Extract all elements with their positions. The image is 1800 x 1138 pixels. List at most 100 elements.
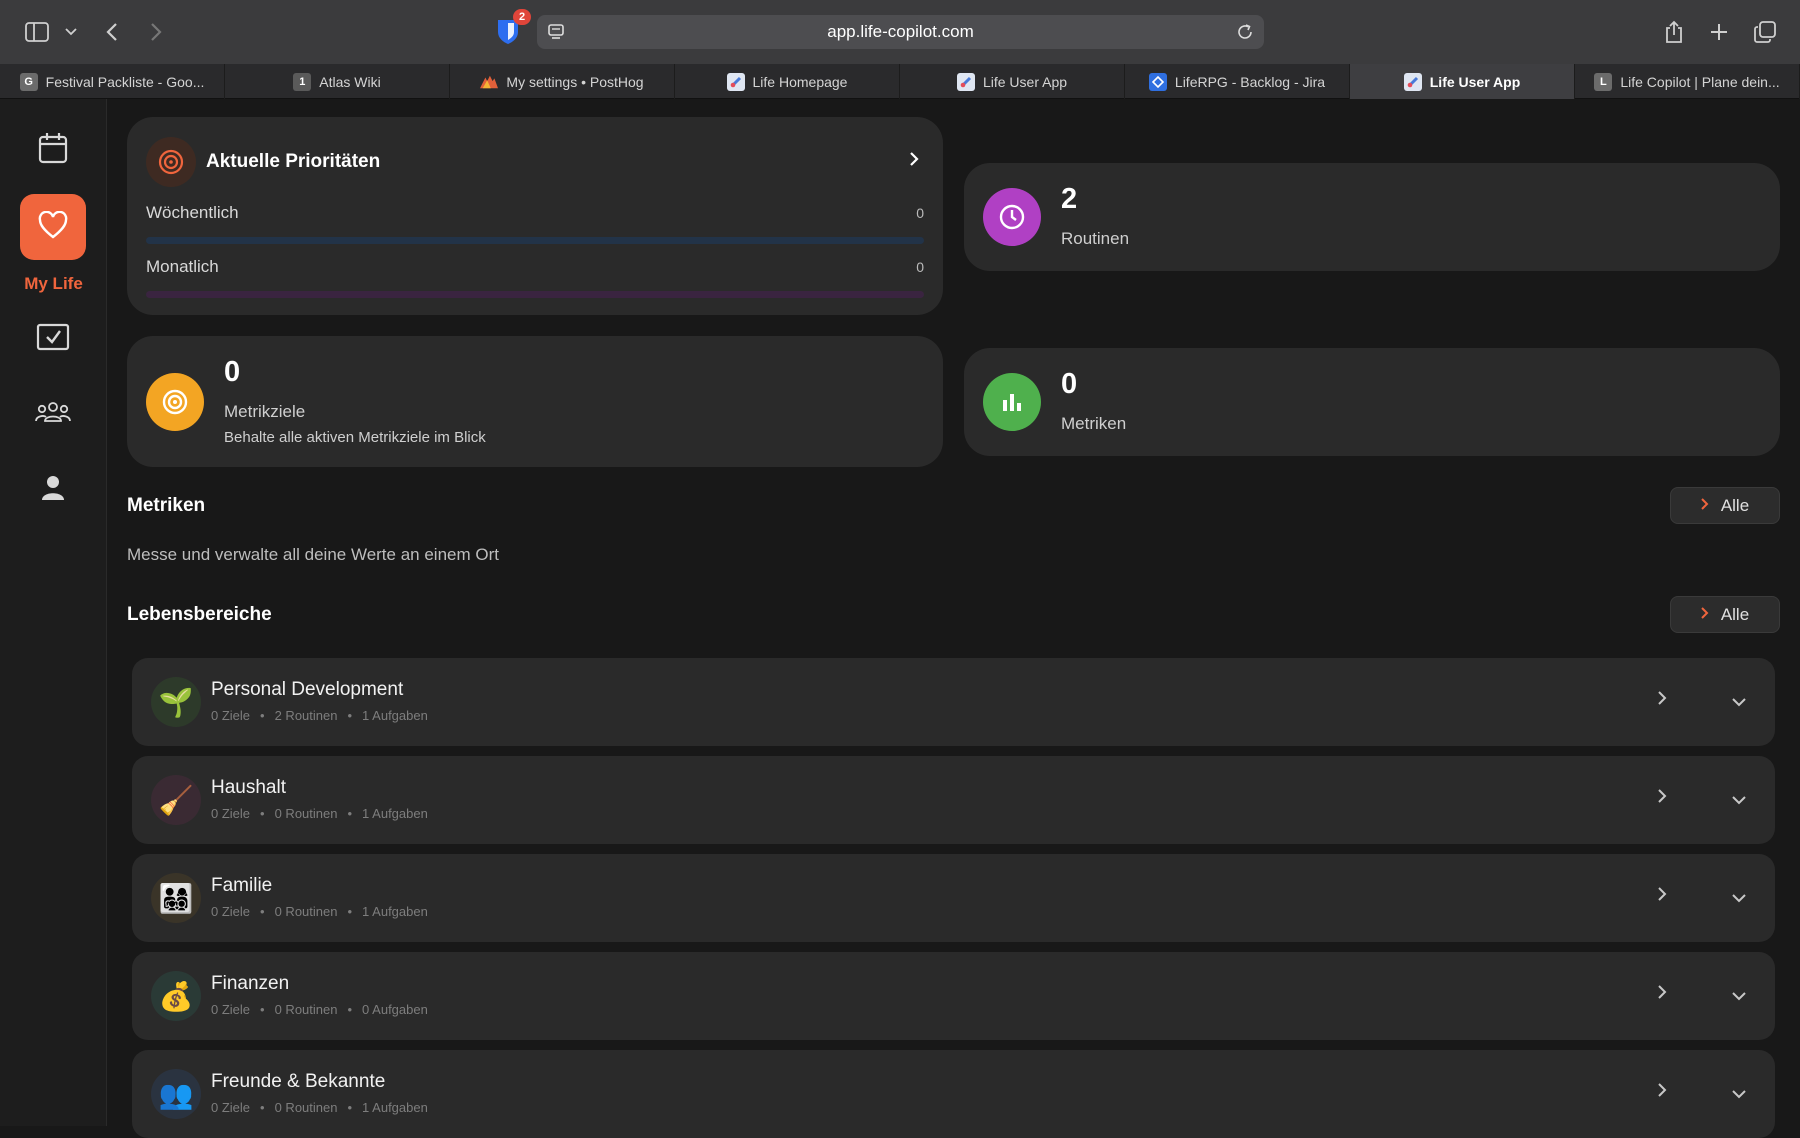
life-area-row[interactable]: 🌱 Personal Development 0 Ziele • 2 Routinen •… [132, 658, 1775, 746]
new-tab-icon[interactable] [1704, 17, 1734, 47]
priority-label: Wöchentlich [146, 203, 239, 222]
calendar-icon [38, 132, 68, 169]
lebensbereiche-all-button[interactable]: Alle [1670, 596, 1780, 633]
group-icon [35, 401, 71, 428]
priorities-title: Aktuelle Prioritäten [206, 151, 381, 172]
life-area-routinen: 0 Routinen [274, 806, 338, 821]
life-favicon-icon [1403, 72, 1422, 91]
sidebar-active-label: My Life [24, 274, 83, 293]
life-area-meta: 0 Ziele • 0 Routinen • 1 Aufgaben [211, 1100, 428, 1115]
metrikziele-card[interactable]: 0 Metrikziele Behalte alle aktiven Metri… [127, 336, 943, 467]
main-content: Aktuelle Prioritäten Wöchentlich 0 Monat… [107, 99, 1800, 1138]
chevron-down-icon[interactable] [1731, 988, 1747, 1006]
bar-chart-icon [983, 373, 1041, 431]
separator-dot: • [347, 806, 353, 821]
metriken-label: Metriken [1061, 414, 1127, 433]
tab-favicon-icon: 1 [293, 72, 312, 91]
tab-label: Life Homepage [752, 73, 848, 90]
forward-icon[interactable] [141, 17, 171, 47]
separator-dot: • [260, 1002, 265, 1017]
life-area-row[interactable]: 👨‍👩‍👧‍👦 Familie 0 Ziele • 0 Routinen • 1 Aufga… [132, 854, 1775, 942]
tab[interactable]: Life User App [900, 64, 1125, 99]
sidebar-item-profile[interactable] [20, 457, 86, 523]
tab-label: Life User App [982, 73, 1068, 90]
tab-label: My settings • PostHog [506, 73, 644, 90]
life-area-meta: 0 Ziele • 0 Routinen • 0 Aufgaben [211, 1002, 428, 1017]
tab[interactable]: My settings • PostHog [450, 64, 675, 99]
tab[interactable]: Life Homepage [675, 64, 900, 99]
life-area-meta: 0 Ziele • 0 Routinen • 1 Aufgaben [211, 904, 428, 919]
person-icon [41, 475, 65, 506]
life-area-emoji-icon: 🧹 [151, 775, 201, 825]
life-area-meta: 0 Ziele • 0 Routinen • 1 Aufgaben [211, 806, 428, 821]
life-area-row[interactable]: 💰 Finanzen 0 Ziele • 0 Routinen • 0 Aufgaben [132, 952, 1775, 1040]
life-area-ziele: 0 Ziele [211, 806, 251, 821]
tab-favicon-icon: G [19, 72, 38, 91]
life-area-row[interactable]: 👥 Freunde & Bekannte 0 Ziele • 0 Routinen • 1 … [132, 1050, 1775, 1138]
url-text: app.life-copilot.com [827, 22, 974, 41]
separator-dot: • [260, 806, 265, 821]
tab-label: Life Copilot | Plane dein... [1620, 73, 1780, 90]
tab-bar: G Festival Packliste - Goo... 1 Atlas Wiki… [0, 64, 1800, 99]
chevron-right-icon[interactable] [1657, 788, 1667, 809]
chevron-right-icon[interactable] [1657, 886, 1667, 907]
chevron-right-icon[interactable] [909, 151, 919, 172]
tab[interactable]: LifeRPG - Backlog - Jira [1125, 64, 1350, 99]
chevron-right-icon [1701, 606, 1709, 624]
life-area-aufgaben: 1 Aufgaben [362, 806, 428, 821]
tab-active[interactable]: Life User App [1350, 64, 1575, 99]
chevron-right-icon[interactable] [1657, 984, 1667, 1005]
tab[interactable]: 1 Atlas Wiki [225, 64, 450, 99]
sidebar-item-tasks[interactable] [20, 306, 86, 372]
sidebar-item-calendar[interactable] [20, 117, 86, 183]
separator-dot: • [260, 904, 265, 919]
tab-label: Festival Packliste - Goo... [45, 73, 205, 90]
chevron-down-icon[interactable] [56, 17, 86, 47]
chevron-right-icon[interactable] [1657, 690, 1667, 711]
separator-dot: • [347, 904, 353, 919]
routinen-card[interactable]: 2 Routinen [964, 163, 1780, 271]
target-icon [146, 137, 196, 187]
sidebar-item-my-life[interactable] [20, 194, 86, 260]
life-area-aufgaben: 1 Aufgaben [362, 1100, 428, 1115]
share-icon[interactable] [1659, 17, 1689, 47]
checkbox-icon [36, 323, 70, 356]
site-settings-icon[interactable] [547, 23, 565, 46]
reload-icon[interactable] [1236, 23, 1254, 46]
life-area-routinen: 2 Routinen [274, 708, 338, 723]
life-favicon-icon [956, 72, 975, 91]
routinen-count: 2 [1061, 183, 1078, 215]
metriken-card[interactable]: 0 Metriken [964, 348, 1780, 456]
life-area-meta: 0 Ziele • 2 Routinen • 1 Aufgaben [211, 708, 428, 723]
chevron-down-icon[interactable] [1731, 694, 1747, 712]
metriken-all-button[interactable]: Alle [1670, 487, 1780, 524]
sidebar-toggle-icon[interactable] [22, 17, 52, 47]
address-bar[interactable]: app.life-copilot.com [537, 15, 1264, 49]
tab-overview-icon[interactable] [1750, 17, 1780, 47]
back-icon[interactable] [97, 17, 127, 47]
life-area-routinen: 0 Routinen [274, 1002, 338, 1017]
life-area-row[interactable]: 🧹 Haushalt 0 Ziele • 0 Routinen • 1 Aufgaben [132, 756, 1775, 844]
tab[interactable]: G Festival Packliste - Goo... [0, 64, 225, 99]
tab-label: Life User App [1429, 73, 1521, 90]
app-sidebar: My Life [0, 99, 107, 1126]
separator-dot: • [347, 708, 353, 723]
priority-value: 0 [916, 259, 924, 275]
life-area-name: Personal Development [211, 679, 404, 700]
life-area-emoji-icon: 👥 [151, 1069, 201, 1119]
sidebar-item-groups[interactable] [20, 381, 86, 447]
chevron-right-icon[interactable] [1657, 1082, 1667, 1103]
tab[interactable]: L Life Copilot | Plane dein... [1575, 64, 1800, 99]
chevron-down-icon[interactable] [1731, 890, 1747, 908]
button-label: Alle [1720, 604, 1750, 624]
separator-dot: • [260, 1100, 265, 1115]
priorities-card[interactable]: Aktuelle Prioritäten Wöchentlich 0 Monat… [127, 117, 943, 315]
separator-dot: • [347, 1002, 353, 1017]
life-area-name: Familie [211, 875, 273, 896]
chevron-down-icon[interactable] [1731, 792, 1747, 810]
life-area-emoji-icon: 💰 [151, 971, 201, 1021]
metriken-section-title: Metriken [127, 495, 206, 516]
separator-dot: • [260, 708, 265, 723]
chevron-down-icon[interactable] [1731, 1086, 1747, 1104]
browser-toolbar: 2 app.life-copilot.com [0, 0, 1800, 64]
